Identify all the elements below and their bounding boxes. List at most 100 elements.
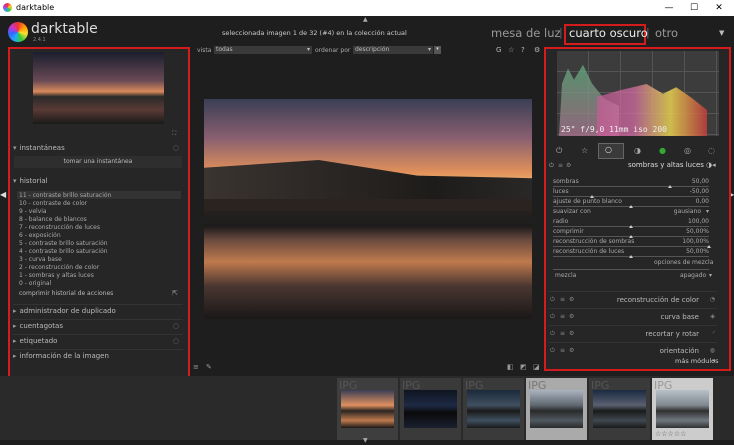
filmstrip-thumb[interactable]: IPG <box>463 378 524 440</box>
gamut-check-icon[interactable]: ◪ <box>533 363 540 371</box>
maximize-button[interactable]: ☐ <box>681 0 707 16</box>
module-power-icon[interactable]: ⏻ <box>549 162 554 170</box>
styles-icon[interactable]: ✎ <box>206 363 212 371</box>
tone-group-icon[interactable]: ◑ <box>634 146 641 155</box>
module-shadows-highlights-header[interactable]: ⏻ ≡ ⚙ sombras y altas luces ◑◂ <box>548 160 718 172</box>
grouping-icon[interactable]: G <box>496 46 501 54</box>
module-power-icon[interactable]: ⏻ <box>550 326 555 342</box>
thumb-rating-stars[interactable]: ☆☆☆☆☆ <box>655 430 686 438</box>
menu-icon[interactable]: ≡ <box>193 363 199 371</box>
help-icon[interactable]: ? <box>521 46 525 54</box>
color-assessment-icon[interactable]: ◧ <box>507 363 514 371</box>
filmstrip-thumb-hover[interactable]: IPG ☆☆☆☆☆ <box>652 378 713 440</box>
history-item[interactable]: 9 - velvia <box>19 208 47 215</box>
blend-value[interactable]: apagado <box>680 272 706 279</box>
module-image-info[interactable]: ▸ información de la imagen <box>13 349 183 362</box>
blend-options-link[interactable]: opciones de mezcla <box>654 259 713 266</box>
history-item[interactable]: 4 - contraste brillo saturación <box>19 248 108 255</box>
slider-compress[interactable]: comprimir 50,00% <box>553 228 709 238</box>
slider-knob[interactable] <box>629 255 633 258</box>
module-presets-icon[interactable]: ⚙ <box>569 309 574 325</box>
softproof-icon[interactable]: ◩ <box>520 363 527 371</box>
darktable-logo-icon <box>8 22 28 42</box>
module-presets-icon[interactable]: ⚙ <box>569 326 574 342</box>
view-other[interactable]: otro <box>655 26 678 40</box>
filmstrip-thumb-selected[interactable]: IPG <box>526 378 587 440</box>
reset-icon[interactable]: ○ <box>173 320 179 332</box>
slider-highlights[interactable]: luces -50,00 <box>553 188 709 198</box>
view-darkroom[interactable]: cuarto oscuro <box>569 26 648 40</box>
star-icon[interactable]: ☆ <box>508 46 514 54</box>
create-style-icon[interactable]: ⇱ <box>172 289 178 297</box>
module-color-reconstruction[interactable]: ⏻ ≡ ⚙ reconstrucción de color ◔ <box>549 291 717 308</box>
history-item[interactable]: 1 - sombras y altas luces <box>19 272 94 279</box>
thumb-image <box>467 390 520 428</box>
sort-order-toggle[interactable]: ▾ <box>434 46 441 54</box>
history-item[interactable]: 0 - original <box>19 280 51 287</box>
favorites-icon[interactable]: ☆ <box>581 146 588 155</box>
module-presets-icon[interactable]: ⚙ <box>569 343 574 359</box>
zoom-fit-icon[interactable]: ⛶ <box>172 130 176 138</box>
module-tagging[interactable]: ▸ etiquetado ○ <box>13 334 183 347</box>
correct-group-icon[interactable]: ◎ <box>684 146 691 155</box>
module-power-icon[interactable]: ⏻ <box>550 343 555 359</box>
view-dropdown-icon[interactable]: ▼ <box>719 29 724 37</box>
sort-combo[interactable]: descripción ▾ <box>353 46 433 54</box>
filmstrip-thumb[interactable]: IPG <box>589 378 650 440</box>
slider-radius[interactable]: radio 100,00 <box>553 218 709 228</box>
module-power-icon[interactable]: ⏻ <box>550 309 555 325</box>
divider <box>553 269 709 270</box>
color-group-icon[interactable]: ● <box>659 146 666 155</box>
history-item[interactable]: 7 - reconstrucción de luces <box>19 224 100 231</box>
effect-group-icon[interactable]: ◌ <box>708 146 715 155</box>
snapshots-header[interactable]: ▾ instantáneas ○ <box>13 142 183 154</box>
slider-shadows-saturation[interactable]: reconstrucción de sombras 100,00% <box>553 238 711 248</box>
history-item[interactable]: 5 - contraste brillo saturación <box>19 240 108 247</box>
module-multi-icon[interactable]: ≡ <box>560 309 565 325</box>
reset-icon[interactable]: ○ <box>173 142 179 154</box>
history-item[interactable]: 3 - curva base <box>19 256 62 263</box>
take-snapshot-button[interactable]: tomar una instantánea <box>14 156 182 168</box>
module-base-curve[interactable]: ⏻ ≡ ⚙ curva base ◈ <box>549 308 717 325</box>
view-lighttable[interactable]: mesa de luz <box>491 26 561 40</box>
module-duplicate[interactable]: ▸ administrador de duplicado <box>13 304 183 317</box>
module-multi-icon[interactable]: ≡ <box>560 292 565 308</box>
view-filter-combo[interactable]: todas ▾ <box>214 46 312 54</box>
thumb-image <box>404 390 457 428</box>
minimize-button[interactable]: — <box>656 0 682 16</box>
module-label: curva base <box>660 313 699 321</box>
slider-highlights-saturation[interactable]: reconstrucción de luces 50,00% <box>553 248 709 258</box>
slider-white-point[interactable]: ajuste de punto blanco 0,00 <box>553 198 709 208</box>
history-item[interactable]: 2 - reconstrucción de color <box>19 264 99 271</box>
gear-icon[interactable]: ⚙ <box>534 46 540 54</box>
module-multi-icon[interactable]: ≡ <box>558 162 563 169</box>
history-header[interactable]: ▾ historial <box>13 175 183 187</box>
history-item[interactable]: 10 - contraste de color <box>19 200 87 207</box>
module-presets-icon[interactable]: ⚙ <box>569 292 574 308</box>
module-presets-icon[interactable]: ⚙ <box>566 162 571 169</box>
filmstrip-thumb[interactable]: IPG <box>400 378 461 440</box>
power-icon[interactable]: ⏻ <box>556 146 562 156</box>
chevron-down-icon[interactable]: ▾ <box>709 272 712 279</box>
module-multi-icon[interactable]: ≡ <box>560 326 565 342</box>
history-item[interactable]: 11 - contraste brillo saturación <box>19 192 111 199</box>
module-label: reconstrucción de color <box>616 296 699 304</box>
history-item[interactable]: 6 - exposición <box>19 232 61 239</box>
combo-soften-with[interactable]: suavizar con gausiano ▾ <box>553 208 709 217</box>
module-crop-rotate[interactable]: ⏻ ≡ ⚙ recortar y rotar ◜ <box>549 325 717 342</box>
collapse-top-icon[interactable]: ▲ <box>363 16 368 23</box>
collapse-bottom-icon[interactable]: ▼ <box>363 437 368 444</box>
compress-history-button[interactable]: comprimir historial de acciones <box>19 290 113 297</box>
module-power-icon[interactable]: ⏻ <box>550 292 555 308</box>
main-image[interactable] <box>204 99 532 319</box>
module-multi-icon[interactable]: ≡ <box>560 343 565 359</box>
reset-icon[interactable]: ○ <box>173 335 179 347</box>
slider-shadows[interactable]: sombras 50,00 <box>553 178 709 188</box>
collapse-left-icon[interactable]: ◀ <box>0 190 6 199</box>
history-item[interactable]: 8 - balance de blancos <box>19 216 87 223</box>
filmstrip-thumb[interactable]: IPG <box>337 378 398 440</box>
navigation-thumbnail[interactable] <box>33 52 164 124</box>
module-colorpicker[interactable]: ▸ cuentagotas ○ <box>13 319 183 332</box>
close-button[interactable]: ✕ <box>706 0 732 16</box>
histogram[interactable]: 25" f/9,0 11mm iso 200 <box>557 51 719 136</box>
